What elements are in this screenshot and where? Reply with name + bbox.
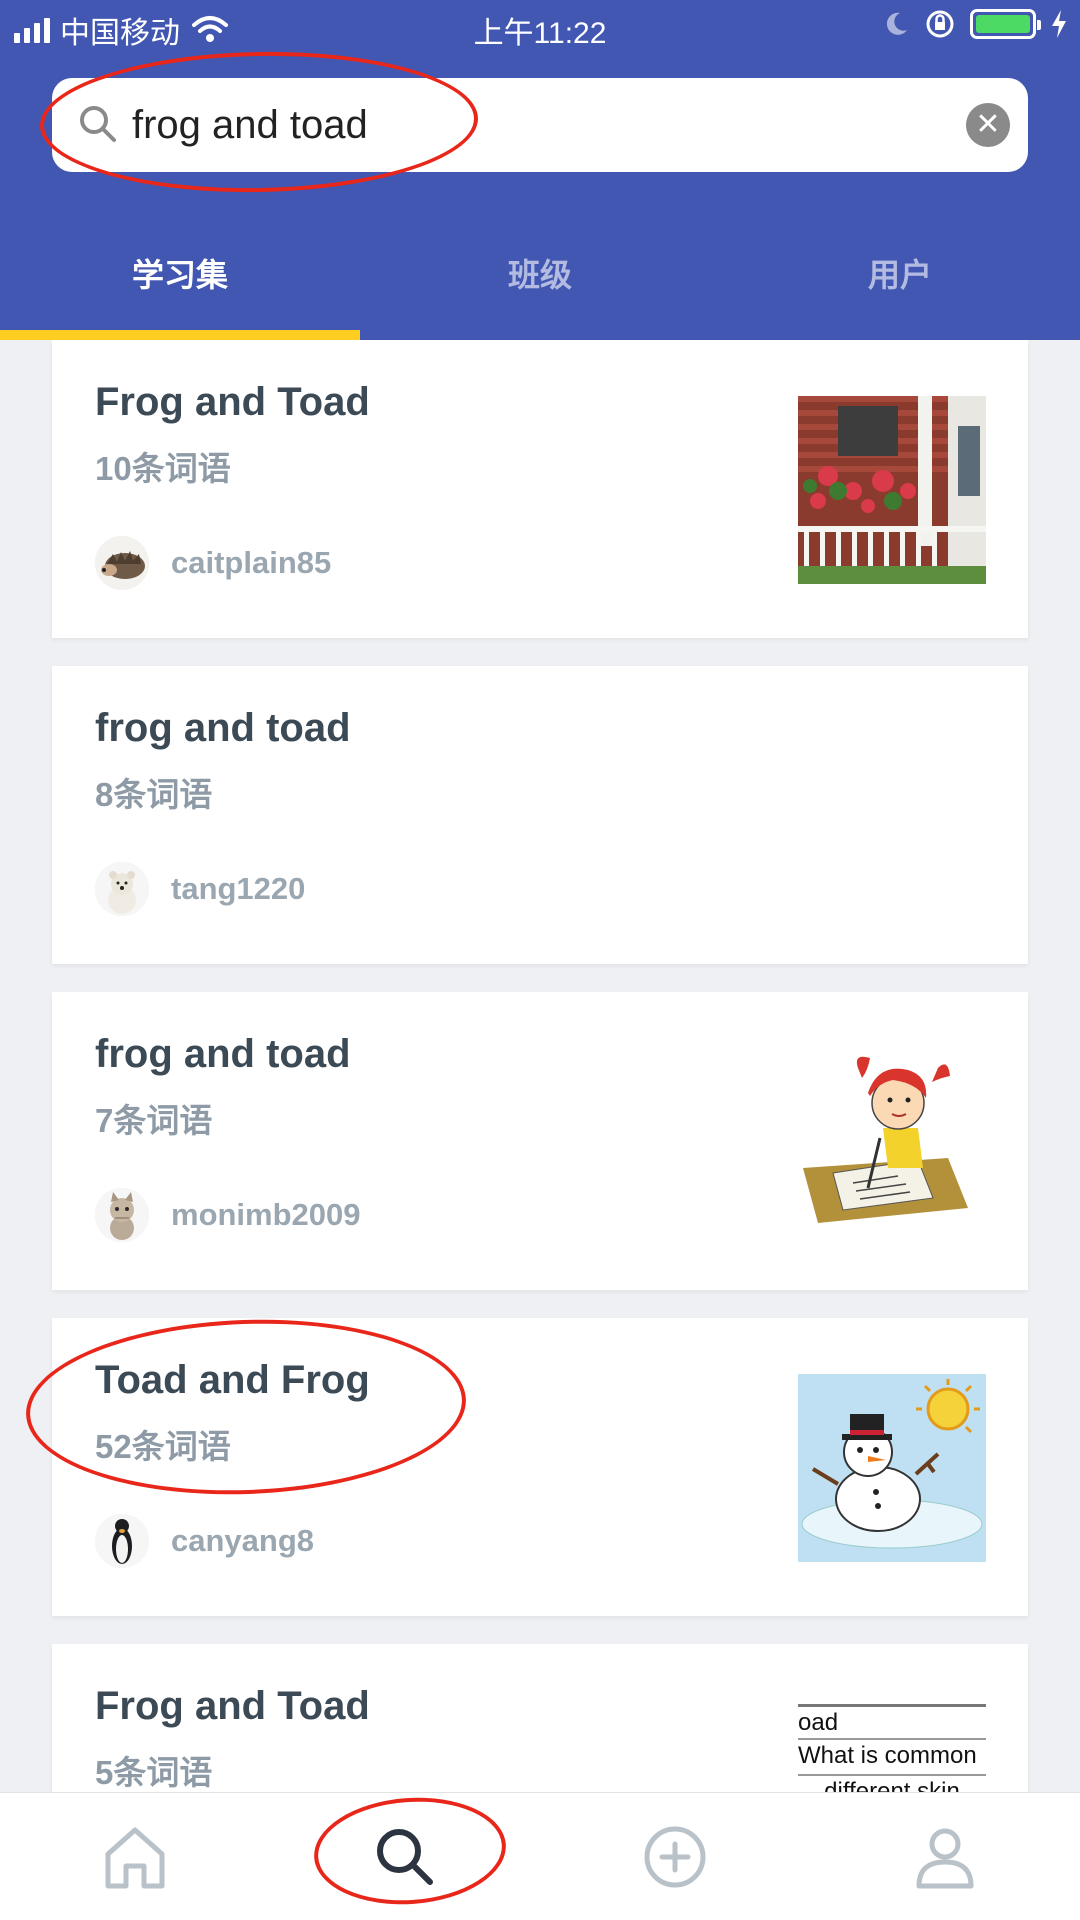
search-icon xyxy=(377,1828,433,1885)
avatar xyxy=(95,862,149,916)
creator[interactable]: canyang8 xyxy=(95,1514,314,1568)
battery-icon xyxy=(970,9,1041,39)
tab-label: 用户 xyxy=(867,257,932,293)
username: canyang8 xyxy=(171,1523,315,1558)
clear-search-button[interactable]: ✕ xyxy=(966,103,1010,147)
avatar xyxy=(95,1514,149,1568)
result-tabs: 学习集 班级 用户 xyxy=(0,230,1080,340)
moon-icon xyxy=(886,12,907,35)
set-thumbnail xyxy=(798,1048,986,1236)
thumb-line: different skin xyxy=(824,1778,960,1792)
tab-label: 学习集 xyxy=(131,257,228,293)
results-list[interactable]: Frog and Toad 10条词语 caitplain85 frog and… xyxy=(0,340,1080,1792)
study-set-card[interactable]: Toad and Frog 52条词语 canyang8 xyxy=(52,1318,1028,1616)
app-header: 中国移动 上午11:22 frog and toad ✕ 学习集 班级 用户 xyxy=(0,0,1080,340)
set-thumbnail xyxy=(798,396,986,584)
term-count: 10条词语 xyxy=(95,450,231,487)
search-icon xyxy=(80,106,116,142)
creator[interactable]: tang1220 xyxy=(95,862,305,916)
term-count: 52条词语 xyxy=(95,1428,231,1465)
set-title: Frog and Toad xyxy=(95,1684,370,1728)
thumb-line: oad xyxy=(798,1704,986,1740)
home-icon xyxy=(105,1827,165,1888)
search-input[interactable] xyxy=(132,92,912,158)
set-title: Toad and Frog xyxy=(95,1358,370,1402)
status-bar: 中国移动 上午11:22 xyxy=(0,0,1080,54)
term-count: 8条词语 xyxy=(95,776,213,813)
search-bar[interactable]: ✕ xyxy=(52,78,1028,172)
active-tab-indicator xyxy=(0,330,360,340)
bottom-tab-bar xyxy=(0,1792,1080,1920)
tab-label: 班级 xyxy=(507,257,572,293)
term-count: 5条词语 xyxy=(95,1754,213,1791)
set-thumbnail xyxy=(798,1374,986,1562)
add-circle-icon xyxy=(644,1826,706,1887)
creator[interactable]: monimb2009 xyxy=(95,1188,361,1242)
username: caitplain85 xyxy=(171,545,332,580)
nav-home[interactable] xyxy=(0,1793,270,1920)
nav-search[interactable] xyxy=(270,1793,540,1920)
study-set-card[interactable]: Frog and Toad 5条词语 oad What is common di… xyxy=(52,1644,1028,1792)
username: monimb2009 xyxy=(171,1197,361,1232)
set-thumbnail: oad What is common different skin xyxy=(798,1700,986,1792)
nav-create[interactable] xyxy=(540,1793,810,1920)
username: tang1220 xyxy=(171,871,306,906)
tab-users[interactable]: 用户 xyxy=(720,230,1080,340)
avatar xyxy=(95,536,149,590)
tab-study-sets[interactable]: 学习集 xyxy=(0,230,360,340)
avatar xyxy=(95,1188,149,1242)
nav-profile[interactable] xyxy=(810,1793,1080,1920)
profile-icon xyxy=(916,1828,974,1888)
thumb-line: What is common xyxy=(798,1740,986,1776)
charging-bolt-icon xyxy=(1052,10,1066,38)
rotation-lock-icon xyxy=(926,10,954,38)
term-count: 7条词语 xyxy=(95,1102,213,1139)
tab-classes[interactable]: 班级 xyxy=(360,230,720,340)
set-title: Frog and Toad xyxy=(95,380,370,424)
study-set-card[interactable]: Frog and Toad 10条词语 caitplain85 xyxy=(52,340,1028,638)
set-title: frog and toad xyxy=(95,1032,351,1076)
study-set-card[interactable]: frog and toad 7条词语 monimb2009 xyxy=(52,992,1028,1290)
set-title: frog and toad xyxy=(95,706,351,750)
creator[interactable]: caitplain85 xyxy=(95,536,331,590)
study-set-card[interactable]: frog and toad 8条词语 tang1220 xyxy=(52,666,1028,964)
